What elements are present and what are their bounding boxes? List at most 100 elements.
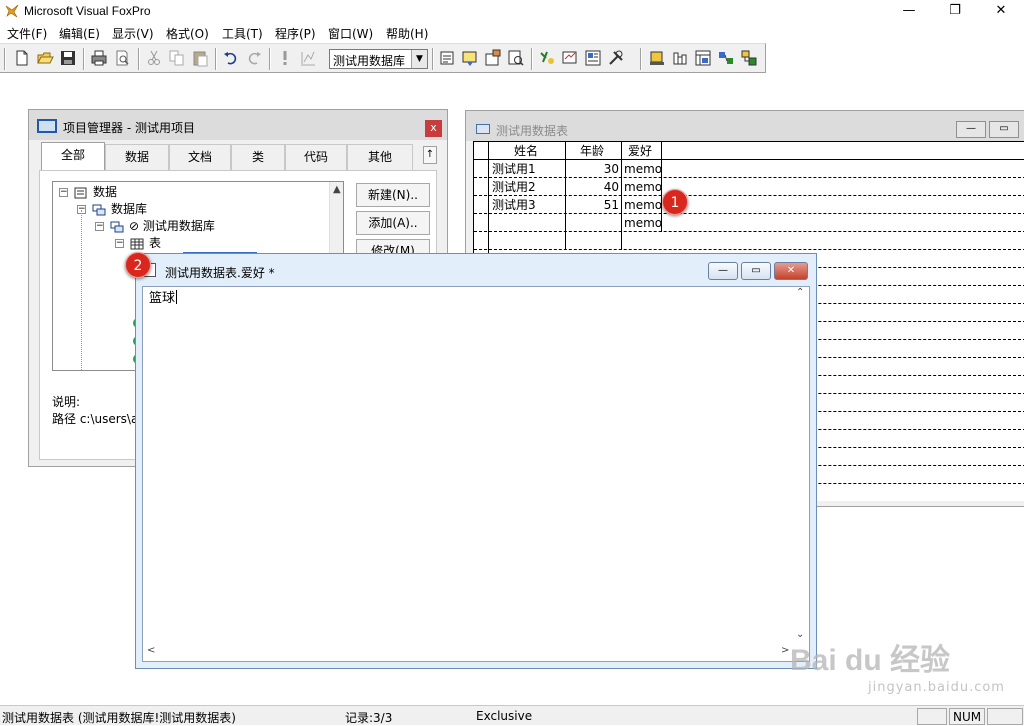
new-file-icon[interactable] (13, 49, 31, 67)
data-session-icon[interactable] (461, 49, 479, 67)
tools-icon[interactable] (607, 49, 625, 67)
open-folder-icon[interactable] (36, 49, 54, 67)
menu-view[interactable]: 显示(V) (111, 25, 155, 42)
cell-name[interactable]: 测试用3 (492, 196, 536, 214)
cell-hobby[interactable]: memo (624, 196, 662, 214)
column-header-age[interactable]: 年龄 (580, 142, 604, 160)
scroll-up-icon[interactable]: ▲ (333, 184, 341, 195)
baidu-watermark-logo: Bai du 经验 (790, 644, 951, 677)
code-window-icon[interactable] (507, 49, 525, 67)
cut-icon[interactable] (145, 49, 163, 67)
copy-icon[interactable] (168, 49, 186, 67)
memo-window-title: 测试用数据表.爱好 * (165, 266, 275, 280)
text-caret (176, 290, 177, 304)
menu-window[interactable]: 窗口(W) (327, 25, 374, 42)
header-border (474, 159, 1024, 160)
cell-age[interactable]: 30 (598, 160, 619, 178)
status-bar: 测试用数据表 (测试用数据库!测试用数据表) 记录:3/3 Exclusive … (0, 705, 1024, 725)
redo-icon[interactable] (245, 49, 263, 67)
tree-guide-line (81, 210, 82, 370)
column-header-name[interactable]: 姓名 (514, 142, 538, 160)
memo-edit-area[interactable]: 篮球 ⌃ ⌄ < > (142, 286, 810, 662)
cell-age[interactable]: 51 (598, 196, 619, 214)
collapse-icon[interactable]: − (59, 188, 68, 197)
cell-name[interactable]: 测试用1 (492, 160, 536, 178)
tree-item-label: 数据 (93, 185, 118, 199)
memo-close-button[interactable]: ✕ (774, 262, 808, 280)
column-header-hobby[interactable]: 爱好 (628, 142, 652, 160)
tab-code[interactable]: 代码 (285, 144, 347, 170)
command-window-icon[interactable] (438, 49, 456, 67)
report-icon[interactable] (694, 49, 712, 67)
collapse-icon[interactable]: − (115, 239, 124, 248)
status-record: 记录:3/3 (345, 711, 393, 725)
table-minimize-button[interactable]: — (956, 121, 986, 138)
close-button[interactable]: ✕ (978, 0, 1024, 23)
tree-item-test-database[interactable]: − ⊘ 测试用数据库 (95, 218, 215, 234)
wizard-icon[interactable] (648, 49, 666, 67)
new-button[interactable]: 新建(N).. (356, 183, 430, 207)
menu-help[interactable]: 帮助(H) (385, 25, 429, 42)
class-browser-icon[interactable] (740, 49, 758, 67)
chevron-down-icon[interactable]: ▼ (411, 50, 427, 68)
properties-icon[interactable] (484, 49, 502, 67)
save-icon[interactable] (59, 49, 77, 67)
tab-documents[interactable]: 文档 (169, 144, 231, 170)
tree-item-label: ⊘ 测试用数据库 (129, 219, 215, 233)
collapse-icon[interactable]: − (95, 222, 104, 231)
project-close-button[interactable]: x (425, 120, 442, 137)
memo-minimize-button[interactable]: — (708, 262, 738, 280)
form-builder-icon[interactable] (538, 49, 556, 67)
table-restore-button[interactable]: ▭ (989, 121, 1019, 138)
memo-maximize-button[interactable]: ▭ (741, 262, 771, 280)
maximize-button[interactable]: ❐ (932, 0, 978, 23)
minimize-button[interactable]: — (886, 0, 932, 23)
menu-program[interactable]: 程序(P) (274, 25, 317, 42)
memo-horizontal-scrollbar[interactable]: < > (143, 643, 793, 661)
tab-all[interactable]: 全部 (41, 142, 105, 170)
memo-window-title-bar[interactable]: 测试用数据表.爱好 * — ▭ ✕ (136, 254, 816, 286)
database-select[interactable]: 测试用数据库 ▼ (329, 49, 428, 69)
foxpro-logo-icon (5, 4, 19, 18)
cell-age[interactable]: 40 (598, 178, 619, 196)
tab-classes[interactable]: 类 (231, 144, 285, 170)
cell-age[interactable] (598, 214, 619, 232)
cell-hobby[interactable]: memo (624, 160, 662, 178)
project-manager-title-bar[interactable]: 项目管理器 - 测试用项目 x (29, 110, 447, 140)
toolbar-separator (432, 48, 434, 70)
tab-scroll-arrow-icon[interactable]: ↑ (423, 146, 437, 164)
cell-name[interactable]: 测试用2 (492, 178, 536, 196)
modify-form-icon[interactable] (299, 49, 317, 67)
report-designer-icon[interactable] (584, 49, 602, 67)
scroll-up-icon[interactable]: ⌃ (796, 287, 804, 298)
cell-hobby[interactable]: memo (624, 214, 662, 232)
tree-item-databases[interactable]: − 数据库 (77, 201, 147, 217)
table-window-title-bar[interactable]: 测试用数据表 — ▭ (466, 111, 1024, 141)
menu-format[interactable]: 格式(O) (165, 25, 210, 42)
status-panel (917, 708, 947, 725)
undo-icon[interactable] (222, 49, 240, 67)
menu-tools[interactable]: 工具(T) (221, 25, 264, 42)
scroll-right-icon[interactable]: > (781, 645, 789, 656)
scroll-left-icon[interactable]: < (147, 645, 155, 656)
menu-file[interactable]: 文件(F) (6, 25, 48, 42)
print-icon[interactable] (90, 49, 108, 67)
menu-edit[interactable]: 编辑(E) (58, 25, 101, 42)
paste-icon[interactable] (191, 49, 209, 67)
tab-data[interactable]: 数据 (105, 144, 169, 170)
add-button[interactable]: 添加(A).. (356, 211, 430, 235)
query-icon[interactable] (717, 49, 735, 67)
print-preview-icon[interactable] (113, 49, 131, 67)
databases-icon (92, 204, 106, 215)
memo-vertical-scrollbar[interactable]: ⌃ ⌄ (793, 287, 809, 643)
main-title-bar: Microsoft Visual FoxPro — ❐ ✕ (0, 0, 1024, 23)
tree-item-tables[interactable]: − 表 (115, 235, 161, 251)
memo-content[interactable]: 篮球 (149, 287, 175, 306)
run-icon[interactable] (276, 49, 294, 67)
cell-hobby[interactable]: memo (624, 178, 662, 196)
table-icon[interactable] (671, 49, 689, 67)
tab-other[interactable]: 其他 (347, 144, 413, 170)
autoformat-icon[interactable] (561, 49, 579, 67)
tree-item-data[interactable]: − 数据 (59, 184, 117, 200)
annotation-badge-1: 1 (662, 189, 688, 215)
